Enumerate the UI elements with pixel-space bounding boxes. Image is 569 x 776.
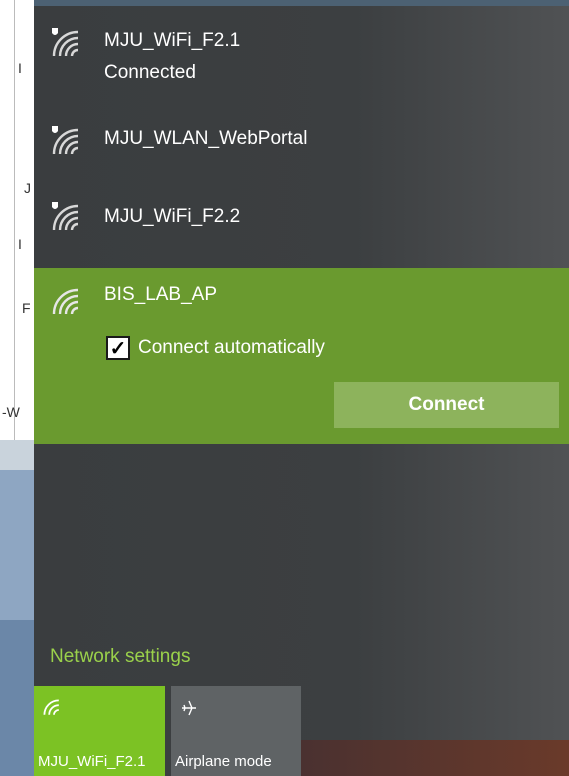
network-item[interactable]: MJU_WiFi_F2.2 [34,192,569,248]
connect-button[interactable]: Connect [334,382,559,428]
wifi-tile-label: MJU_WiFi_F2.1 [38,753,146,770]
network-name: MJU_WLAN_WebPortal [104,128,308,149]
network-settings-link[interactable]: Network settings [50,646,190,668]
background-text: J [24,180,31,196]
network-status: Connected [104,62,196,83]
background-text: -W [2,404,20,420]
auto-connect-label: Connect automatically [138,337,325,358]
wifi-icon [43,699,59,715]
auto-connect-option[interactable]: ✓ Connect automatically [106,334,325,362]
airplane-tile-label: Airplane mode [175,753,272,770]
wifi-icon [52,288,79,315]
window-divider [14,0,15,440]
flyout-top-edge [34,0,569,6]
network-name: BIS_LAB_AP [104,284,218,305]
network-name: MJU_WiFi_F2.2 [104,206,241,227]
secured-wifi-icon [52,28,79,57]
airplane-icon [182,700,196,716]
network-item[interactable]: MJU_WiFi_F2.1 Connected [34,20,569,100]
airplane-mode-quick-action[interactable]: Airplane mode [171,686,301,776]
network-name: MJU_WiFi_F2.1 [104,30,241,51]
background-text: I [18,60,22,76]
background-text: F [22,300,31,316]
secured-wifi-icon [52,202,79,231]
taskbar-edge [301,740,569,776]
auto-connect-checkbox[interactable]: ✓ [106,336,130,360]
network-flyout: MJU_WiFi_F2.1 Connected MJU_WLAN_WebPort… [34,0,569,776]
wifi-quick-action[interactable]: MJU_WiFi_F2.1 [34,686,165,776]
secured-wifi-icon [52,126,79,155]
background-text: I [18,236,22,252]
network-item[interactable]: MJU_WLAN_WebPortal [34,116,569,172]
background-window: I J I F -W [0,0,34,776]
